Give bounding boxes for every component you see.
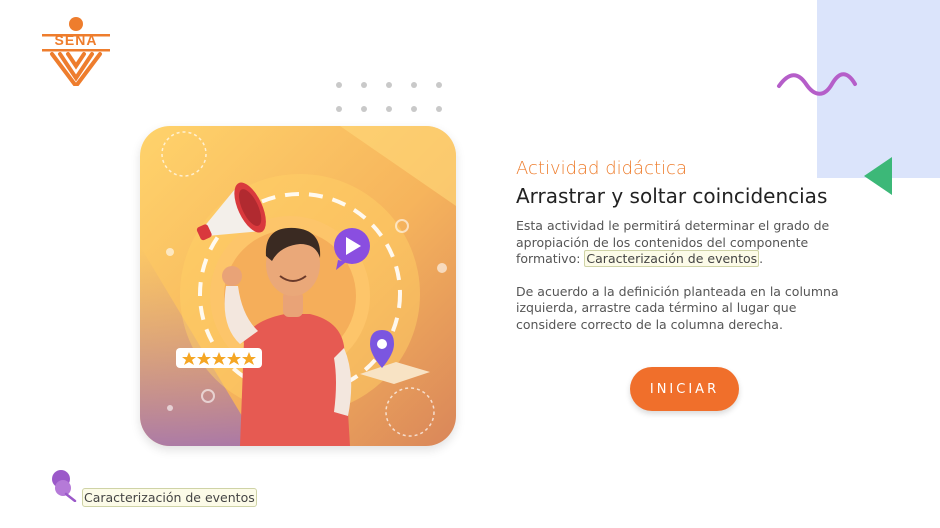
- activity-title: Arrastrar y soltar coincidencias: [516, 184, 828, 208]
- activity-description: Esta actividad le permitirá determinar e…: [516, 218, 856, 268]
- highlighted-topic: Caracterización de eventos: [584, 250, 760, 267]
- footer-topic-label: Caracterización de eventos: [82, 488, 257, 507]
- activity-instructions: De acuerdo a la definición planteada en …: [516, 283, 839, 332]
- activity-subtitle: Actividad didáctica: [516, 158, 687, 179]
- start-button[interactable]: INICIAR: [630, 367, 739, 411]
- stars-icon: [176, 348, 262, 368]
- triangle-icon: [864, 157, 892, 195]
- logo-text: SENA: [54, 32, 98, 48]
- pin-icon: [52, 470, 77, 502]
- wave-icon: [777, 72, 857, 96]
- activity-info: Actividad didáctica Arrastrar y soltar c…: [516, 158, 856, 333]
- description-end: .: [759, 251, 764, 266]
- dot-grid: [336, 82, 442, 112]
- hero-illustration: [140, 126, 456, 446]
- sena-logo: SENA: [40, 16, 112, 88]
